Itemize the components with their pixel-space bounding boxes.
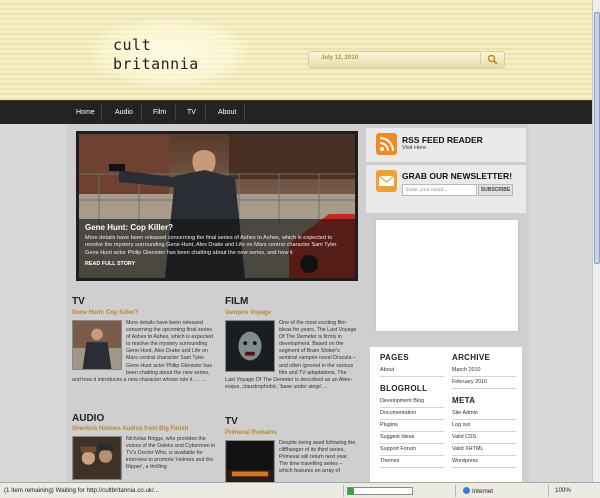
sidebar-links: PAGES About BLOGROLL Development Blog Do… xyxy=(370,347,522,482)
rss-visit-link[interactable]: Visit Here xyxy=(402,145,426,151)
archive-item[interactable]: February 2010 xyxy=(452,377,516,389)
film-section: FILM Vampire Voyage One of the most exci… xyxy=(225,296,357,391)
meta-item[interactable]: Wordpress xyxy=(452,456,516,468)
archive-item[interactable]: March 2010 xyxy=(452,365,516,377)
blogroll-item[interactable]: Plugins xyxy=(380,420,444,432)
audio-section: AUDIO Sherlock Holmes Audios from Big Fi… xyxy=(72,413,217,482)
status-divider xyxy=(455,485,456,497)
pages-heading: PAGES xyxy=(380,353,409,362)
featured-title[interactable]: Gene Hunt: Cop Killer? xyxy=(85,223,349,232)
logo-line-2: britannia xyxy=(113,55,199,73)
pages-item[interactable]: About xyxy=(380,365,444,377)
search-icon xyxy=(487,54,498,65)
nav-home[interactable]: Home xyxy=(76,101,95,124)
article-title[interactable]: Sherlock Holmes Audios from Big Finish xyxy=(72,426,217,432)
nav-film[interactable]: Film xyxy=(153,101,166,124)
article-thumbnail[interactable] xyxy=(72,320,122,370)
article-thumbnail[interactable] xyxy=(72,436,122,480)
envelope-icon xyxy=(376,170,397,192)
zoom-level[interactable]: 100% xyxy=(555,487,571,494)
blogroll-heading: BLOGROLL xyxy=(380,384,428,393)
security-zone: Internet xyxy=(463,487,493,495)
article-body: One of the most exciting film ideas for … xyxy=(225,320,357,391)
meta-item[interactable]: Site Admin xyxy=(452,408,516,420)
date-search-bar: July 12, 2010 xyxy=(308,51,505,68)
rss-widget[interactable]: RSS FEED READER Visit Here xyxy=(366,128,526,162)
pages-blogroll-column: PAGES About BLOGROLL Development Blog Do… xyxy=(380,353,444,468)
article-body: More details have been released concerni… xyxy=(72,320,217,384)
scrollbar-thumb[interactable] xyxy=(594,12,600,264)
search-button[interactable] xyxy=(480,53,502,66)
nav-divider xyxy=(244,104,245,121)
article-title[interactable]: Vampire Voyage xyxy=(225,310,357,316)
article-thumbnail[interactable] xyxy=(225,440,275,484)
globe-icon xyxy=(463,487,470,494)
nav-about[interactable]: About xyxy=(218,101,236,124)
loading-progress-bar xyxy=(347,487,413,495)
logo-line-1: cult xyxy=(113,36,152,54)
tv-section-2: TV Primeval Remains Despite being axed f… xyxy=(225,416,357,486)
read-full-story-link[interactable]: READ FULL STORY xyxy=(85,261,349,267)
site-logo[interactable]: cult britannia xyxy=(113,36,199,74)
meta-item[interactable]: Valid CSS xyxy=(452,432,516,444)
archive-meta-column: ARCHIVE March 2010 February 2010 META Si… xyxy=(452,353,516,468)
featured-caption: Gene Hunt: Cop Killer? More details have… xyxy=(79,219,355,278)
section-heading: FILM xyxy=(225,296,249,307)
status-divider xyxy=(548,485,549,497)
email-field[interactable]: Enter your email... xyxy=(402,184,477,196)
article-title[interactable]: Primeval Remains xyxy=(225,430,357,436)
blogroll-item[interactable]: Support Forum xyxy=(380,444,444,456)
section-heading: TV xyxy=(72,296,85,307)
newsletter-title: GRAB OUR NEWSLETTER! xyxy=(402,171,513,181)
browser-status-bar: (1 item remaining) Waiting for http://cu… xyxy=(0,482,600,498)
zone-label: Internet xyxy=(472,488,493,495)
ad-placeholder xyxy=(375,219,519,332)
blogroll-item[interactable]: Development Blog xyxy=(380,396,444,408)
article-text: Nicholas Briggs, who provides the voices… xyxy=(126,436,216,471)
section-heading: AUDIO xyxy=(72,413,105,424)
article-body: Nicholas Briggs, who provides the voices… xyxy=(72,436,217,480)
main-nav: Home Audio Film TV About xyxy=(0,100,592,124)
featured-excerpt: More details have been released concerni… xyxy=(85,235,338,256)
meta-item[interactable]: Valid XHTML xyxy=(452,444,516,456)
nav-divider xyxy=(175,104,176,121)
article-title[interactable]: Gene Hunt: Cop Killer? xyxy=(72,310,217,316)
newsletter-widget: GRAB OUR NEWSLETTER! Enter your email...… xyxy=(366,165,526,213)
vertical-scrollbar[interactable] xyxy=(592,0,600,482)
nav-audio[interactable]: Audio xyxy=(115,101,133,124)
section-heading: TV xyxy=(225,416,238,427)
meta-item[interactable]: Log out xyxy=(452,420,516,432)
blogroll-item[interactable]: Documentation xyxy=(380,408,444,420)
featured-story[interactable]: Gene Hunt: Cop Killer? More details have… xyxy=(76,131,358,281)
nav-divider xyxy=(101,104,102,121)
article-thumbnail[interactable] xyxy=(225,320,275,372)
status-divider xyxy=(343,485,344,497)
blogroll-item[interactable]: Suggest Ideas xyxy=(380,432,444,444)
site-header: cult britannia July 12, 2010 xyxy=(0,0,592,100)
archive-heading: ARCHIVE xyxy=(452,353,491,362)
nav-divider xyxy=(205,104,206,121)
article-body: Despite being axed following the cliffha… xyxy=(225,440,357,484)
article-text: Despite being axed following the cliffha… xyxy=(279,440,356,475)
subscribe-button[interactable]: SUBSCRIBE xyxy=(478,184,513,196)
blogroll-item[interactable]: Themes xyxy=(380,456,444,468)
tv-section: TV Gene Hunt: Cop Killer? More details h… xyxy=(72,296,217,384)
meta-heading: META xyxy=(452,396,476,405)
nav-tv[interactable]: TV xyxy=(187,101,196,124)
nav-divider xyxy=(141,104,142,121)
rss-icon xyxy=(376,133,397,155)
current-date: July 12, 2010 xyxy=(321,55,359,61)
rss-title: RSS FEED READER xyxy=(402,135,483,145)
status-text: (1 item remaining) Waiting for http://cu… xyxy=(4,487,159,494)
